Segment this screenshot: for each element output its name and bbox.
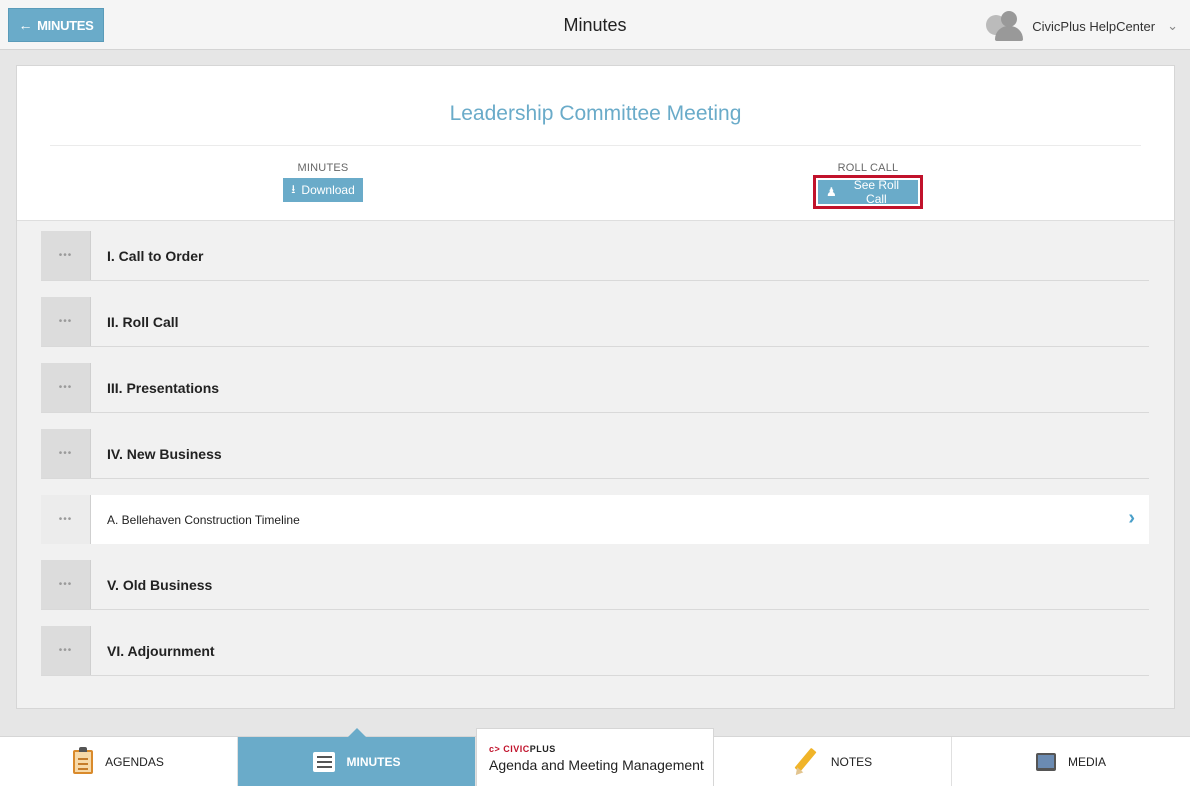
agenda-item[interactable]: ••• V. Old Business — [41, 560, 1149, 610]
user-name: CivicPlus HelpCenter — [1032, 18, 1156, 34]
agenda-item[interactable]: ••• IV. New Business — [41, 429, 1149, 479]
pencil-icon — [792, 747, 819, 778]
avatar-icon — [986, 11, 1024, 41]
tab-media[interactable]: MEDIA — [952, 737, 1190, 786]
divider — [50, 145, 1141, 146]
users-icon: ♟ — [826, 185, 837, 199]
clipboard-icon — [73, 747, 94, 774]
minutes-label: MINUTES — [297, 162, 349, 174]
monitor-icon — [1035, 753, 1056, 771]
civicplus-brand: c> CIVICPLUS Agenda and Meeting Manageme… — [476, 728, 714, 786]
download-icon: ⭳ — [291, 181, 296, 196]
tab-agendas-label: AGENDAS — [105, 755, 164, 769]
user-menu[interactable]: CivicPlus HelpCenter ⌄ — [986, 11, 1178, 41]
tab-minutes-label: MINUTES — [346, 755, 401, 769]
civicplus-logo: c> CIVICPLUS — [489, 743, 556, 754]
tab-notes[interactable]: NOTES — [714, 737, 952, 786]
agenda-list: ••• I. Call to Order ••• II. Roll Call •… — [41, 231, 1149, 692]
minutes-actions: MINUTES ⭳ Download — [279, 162, 367, 202]
drag-handle-icon[interactable]: ••• — [41, 363, 91, 412]
drag-handle-icon[interactable]: ••• — [41, 429, 91, 478]
agenda-item[interactable]: ••• VI. Adjournment — [41, 626, 1149, 676]
drag-handle-icon[interactable]: ••• — [41, 495, 91, 544]
agenda-item-label: V. Old Business — [107, 576, 213, 593]
bottom-nav: AGENDAS MINUTES c> CIVICPLUS Agenda and … — [0, 728, 1190, 786]
chevron-down-icon: ⌄ — [1167, 18, 1178, 33]
tab-notes-label: NOTES — [830, 755, 873, 769]
agenda-sub-item-label: A. Bellehaven Construction Timeline — [107, 512, 300, 527]
highlight-outline: ♟ See Roll Call — [813, 175, 923, 209]
agenda-item-label: IV. New Business — [107, 445, 222, 462]
drag-handle-icon[interactable]: ••• — [41, 560, 91, 609]
agenda-item-label: I. Call to Order — [107, 247, 204, 264]
tab-minutes[interactable]: MINUTES — [238, 728, 476, 786]
roll-call-label: ROLL CALL — [837, 162, 899, 174]
agenda-item-label: VI. Adjournment — [107, 642, 215, 659]
agenda-item-label: II. Roll Call — [107, 313, 179, 330]
download-button[interactable]: ⭳ Download — [283, 178, 363, 202]
agenda-item[interactable]: ••• II. Roll Call — [41, 297, 1149, 347]
roll-call-actions: ROLL CALL ♟ See Roll Call — [813, 162, 923, 209]
brand-tagline: Agenda and Meeting Management — [489, 756, 704, 773]
drag-handle-icon[interactable]: ••• — [41, 297, 91, 346]
drag-handle-icon[interactable]: ••• — [41, 231, 91, 280]
see-roll-call-label: See Roll Call — [853, 178, 900, 206]
top-bar: ← MINUTES Minutes CivicPlus HelpCenter ⌄ — [0, 0, 1190, 50]
see-roll-call-button[interactable]: ♟ See Roll Call — [818, 178, 918, 206]
download-label: Download — [301, 183, 355, 197]
agenda-sub-item[interactable]: ••• A. Bellehaven Construction Timeline … — [41, 495, 1149, 544]
chevron-right-icon[interactable]: › — [1128, 507, 1135, 530]
document-list-icon — [312, 752, 335, 772]
minutes-panel: Leadership Committee Meeting MINUTES ⭳ D… — [16, 65, 1175, 709]
tab-agendas[interactable]: AGENDAS — [0, 737, 238, 786]
agenda-item[interactable]: ••• I. Call to Order — [41, 231, 1149, 281]
agenda-item-label: III. Presentations — [107, 379, 220, 396]
tab-media-label: MEDIA — [1067, 755, 1106, 769]
meeting-title: Leadership Committee Meeting — [449, 102, 742, 125]
drag-handle-icon[interactable]: ••• — [41, 626, 91, 675]
agenda-item[interactable]: ••• III. Presentations — [41, 363, 1149, 413]
meeting-header: Leadership Committee Meeting MINUTES ⭳ D… — [17, 66, 1174, 221]
